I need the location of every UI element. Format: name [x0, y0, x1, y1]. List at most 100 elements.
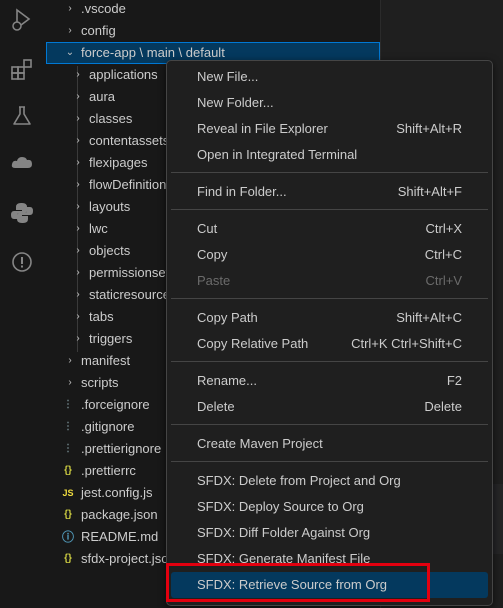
menu-item-label: Open in Integrated Terminal: [197, 147, 358, 162]
tree-item-label: .prettierignore: [81, 441, 162, 456]
menu-item-shortcut: Shift+Alt+R: [396, 121, 462, 136]
tree-item-label: aura: [89, 89, 116, 104]
chevron-right-icon: ›: [76, 267, 80, 278]
annotation-highlight-box: [166, 563, 430, 602]
context-menu: New File... New Folder... Reveal in File…: [166, 60, 493, 606]
tree-item-label: tabs: [89, 309, 114, 324]
menu-item-label: Rename...: [197, 373, 257, 388]
chevron-right-icon: ›: [68, 355, 72, 366]
extensions-icon[interactable]: [9, 56, 35, 82]
tree-item-label: manifest: [81, 353, 131, 368]
problems-icon[interactable]: [9, 249, 35, 275]
tree-item-config[interactable]: › config: [46, 20, 380, 42]
tree-item-label: permissionsets: [89, 265, 176, 280]
menu-separator: [171, 461, 488, 462]
menu-item-open-terminal[interactable]: Open in Integrated Terminal: [171, 142, 488, 168]
menu-item-label: Paste: [197, 273, 231, 288]
menu-item-sfdx-deploy[interactable]: SFDX: Deploy Source to Org: [171, 494, 488, 520]
tree-item-label: lwc: [89, 221, 108, 236]
editor-panel-edge: [492, 484, 503, 554]
tree-item-label: objects: [89, 243, 131, 258]
chevron-right-icon: ›: [76, 179, 80, 190]
menu-item-reveal-in-explorer[interactable]: Reveal in File Explorer Shift+Alt+R: [171, 116, 488, 142]
menu-item-label: SFDX: Deploy Source to Org: [197, 499, 364, 514]
json-file-icon: {}: [64, 465, 72, 476]
ignore-file-icon: ⋮: [63, 399, 73, 410]
activity-bar: [0, 0, 46, 608]
json-file-icon: {}: [64, 509, 72, 520]
menu-item-label: Copy: [197, 247, 228, 262]
menu-separator: [171, 298, 488, 299]
menu-item-shortcut: Ctrl+X: [425, 221, 462, 236]
chevron-right-icon: ›: [76, 289, 80, 300]
menu-item-copy-path[interactable]: Copy Path Shift+Alt+C: [171, 305, 488, 331]
menu-item-label: Cut: [197, 221, 218, 236]
tree-item-vscode[interactable]: › .vscode: [46, 0, 380, 20]
ignore-file-icon: ⋮: [63, 421, 73, 432]
chevron-right-icon: ›: [76, 135, 80, 146]
json-file-icon: {}: [64, 553, 72, 564]
tree-item-label: jest.config.js: [81, 485, 153, 500]
menu-item-create-maven-project[interactable]: Create Maven Project: [171, 431, 488, 457]
tree-item-label: .prettierrc: [81, 463, 136, 478]
menu-item-label: Copy Relative Path: [197, 336, 309, 351]
chevron-down-icon: ⌄: [65, 47, 75, 58]
menu-item-label: New Folder...: [197, 95, 274, 110]
menu-item-shortcut: Ctrl+C: [424, 247, 462, 262]
menu-item-sfdx-diff[interactable]: SFDX: Diff Folder Against Org: [171, 520, 488, 546]
tree-item-label: scripts: [81, 375, 119, 390]
tree-item-label: staticresources: [89, 287, 177, 302]
run-debug-icon[interactable]: [9, 6, 35, 32]
menu-item-label: Create Maven Project: [197, 436, 323, 451]
menu-separator: [171, 361, 488, 362]
tree-item-label: .vscode: [81, 1, 126, 16]
menu-item-shortcut: Shift+Alt+F: [397, 184, 462, 199]
tree-item-label: contentassets: [89, 133, 170, 148]
menu-item-label: Delete: [197, 399, 235, 414]
chevron-right-icon: ›: [68, 25, 72, 36]
chevron-right-icon: ›: [76, 223, 80, 234]
chevron-right-icon: ›: [76, 91, 80, 102]
salesforce-cloud-icon[interactable]: [9, 150, 35, 176]
tree-item-label: applications: [89, 67, 158, 82]
python-icon[interactable]: [9, 200, 35, 226]
menu-item-copy[interactable]: Copy Ctrl+C: [171, 242, 488, 268]
menu-separator: [171, 424, 488, 425]
tree-item-label: flexipages: [89, 155, 148, 170]
menu-item-label: Copy Path: [197, 310, 258, 325]
chevron-right-icon: ›: [76, 201, 80, 212]
tree-item-label: package.json: [81, 507, 158, 522]
menu-item-paste: Paste Ctrl+V: [171, 268, 488, 294]
javascript-file-icon: JS: [62, 488, 74, 498]
info-icon: ⓘ: [61, 530, 74, 544]
menu-item-label: New File...: [197, 69, 259, 84]
menu-item-rename[interactable]: Rename... F2: [171, 368, 488, 394]
chevron-right-icon: ›: [76, 113, 80, 124]
menu-item-new-folder[interactable]: New Folder...: [171, 90, 488, 116]
tree-item-label: flowDefinitions: [89, 177, 173, 192]
menu-item-copy-relative-path[interactable]: Copy Relative Path Ctrl+K Ctrl+Shift+C: [171, 331, 488, 357]
testing-flask-icon[interactable]: [9, 103, 35, 129]
menu-item-shortcut: Shift+Alt+C: [396, 310, 462, 325]
menu-item-shortcut: Ctrl+V: [425, 273, 462, 288]
tree-item-label: sfdx-project.json: [81, 551, 176, 566]
menu-separator: [171, 172, 488, 173]
menu-item-cut[interactable]: Cut Ctrl+X: [171, 216, 488, 242]
tree-item-label: classes: [89, 111, 133, 126]
menu-item-label: Find in Folder...: [197, 184, 287, 199]
menu-item-label: SFDX: Delete from Project and Org: [197, 473, 401, 488]
menu-item-delete[interactable]: Delete Delete: [171, 394, 488, 420]
chevron-right-icon: ›: [76, 311, 80, 322]
menu-item-sfdx-delete[interactable]: SFDX: Delete from Project and Org: [171, 468, 488, 494]
menu-item-shortcut: Ctrl+K Ctrl+Shift+C: [351, 336, 462, 351]
menu-item-find-in-folder[interactable]: Find in Folder... Shift+Alt+F: [171, 179, 488, 205]
chevron-right-icon: ›: [76, 245, 80, 256]
tree-item-label: config: [81, 23, 116, 38]
menu-separator: [171, 209, 488, 210]
chevron-right-icon: ›: [68, 377, 72, 388]
menu-item-label: SFDX: Diff Folder Against Org: [197, 525, 371, 540]
chevron-right-icon: ›: [76, 69, 80, 80]
menu-item-new-file[interactable]: New File...: [171, 64, 488, 90]
menu-item-shortcut: F2: [446, 373, 462, 388]
menu-item-shortcut: Delete: [424, 399, 462, 414]
